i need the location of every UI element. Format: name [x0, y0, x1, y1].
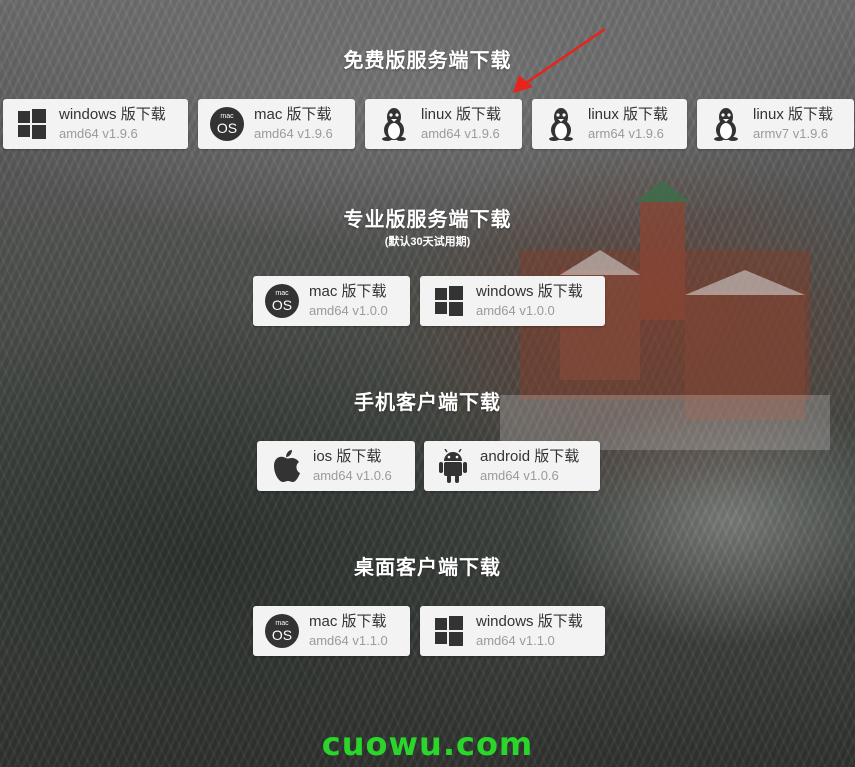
button-version: amd64 v1.0.6 [313, 468, 392, 484]
button-label: linux 版下载 [588, 106, 669, 124]
free-server-title: 免费版服务端下载 [343, 50, 512, 72]
site-watermark: cuowu.com [321, 725, 534, 763]
desktop-mac-download-button[interactable]: mac OS mac 版下载 amd64 v1.1.0 [253, 606, 410, 656]
pro-mac-download-button[interactable]: mac OS mac 版下载 amd64 v1.0.0 [253, 276, 410, 326]
button-label: windows 版下载 [476, 283, 583, 301]
button-version: amd64 v1.1.0 [309, 633, 388, 649]
linux-icon [544, 107, 578, 141]
free-linux-arm64-download-button[interactable]: linux 版下载 arm64 v1.9.6 [532, 99, 687, 149]
mobile-client-title: 手机客户端下载 [354, 392, 501, 414]
linux-icon [377, 107, 411, 141]
pro-server-title: 专业版服务端下载 [343, 209, 512, 231]
desktop-client-title: 桌面客户端下载 [354, 557, 501, 579]
macos-icon: mac OS [210, 107, 244, 141]
button-version: amd64 v1.1.0 [476, 633, 555, 649]
apple-icon [269, 449, 303, 483]
button-label: linux 版下载 [421, 106, 502, 124]
button-version: amd64 v1.9.6 [421, 126, 500, 142]
desktop-windows-download-button[interactable]: windows 版下载 amd64 v1.1.0 [420, 606, 605, 656]
button-version: armv7 v1.9.6 [753, 126, 829, 142]
button-label: linux 版下载 [753, 106, 834, 124]
button-version: amd64 v1.0.0 [309, 303, 388, 319]
free-linux-amd64-download-button[interactable]: linux 版下载 amd64 v1.9.6 [365, 99, 522, 149]
android-download-button[interactable]: android 版下载 amd64 v1.0.6 [424, 441, 600, 491]
button-label: ios 版下载 [313, 448, 382, 466]
ios-download-button[interactable]: ios 版下载 amd64 v1.0.6 [257, 441, 415, 491]
button-label: windows 版下载 [59, 106, 166, 124]
windows-icon [432, 614, 466, 648]
free-mac-download-button[interactable]: mac OS mac 版下载 amd64 v1.9.6 [198, 99, 355, 149]
windows-icon [15, 107, 49, 141]
button-label: mac 版下载 [309, 283, 387, 301]
linux-icon [709, 107, 743, 141]
button-version: arm64 v1.9.6 [588, 126, 664, 142]
pro-windows-download-button[interactable]: windows 版下载 amd64 v1.0.0 [420, 276, 605, 326]
button-label: mac 版下载 [309, 613, 387, 631]
macos-icon: mac OS [265, 614, 299, 648]
android-icon [436, 449, 470, 483]
button-version: amd64 v1.9.6 [59, 126, 138, 142]
button-label: android 版下载 [480, 448, 580, 466]
free-windows-download-button[interactable]: windows 版下载 amd64 v1.9.6 [3, 99, 188, 149]
button-version: amd64 v1.0.6 [480, 468, 559, 484]
pro-server-subtitle: (默认30天试用期) [384, 236, 471, 248]
button-label: mac 版下载 [254, 106, 332, 124]
windows-icon [432, 284, 466, 318]
free-linux-armv7-download-button[interactable]: linux 版下载 armv7 v1.9.6 [697, 99, 854, 149]
button-version: amd64 v1.0.0 [476, 303, 555, 319]
macos-icon: mac OS [265, 284, 299, 318]
button-label: windows 版下载 [476, 613, 583, 631]
button-version: amd64 v1.9.6 [254, 126, 333, 142]
